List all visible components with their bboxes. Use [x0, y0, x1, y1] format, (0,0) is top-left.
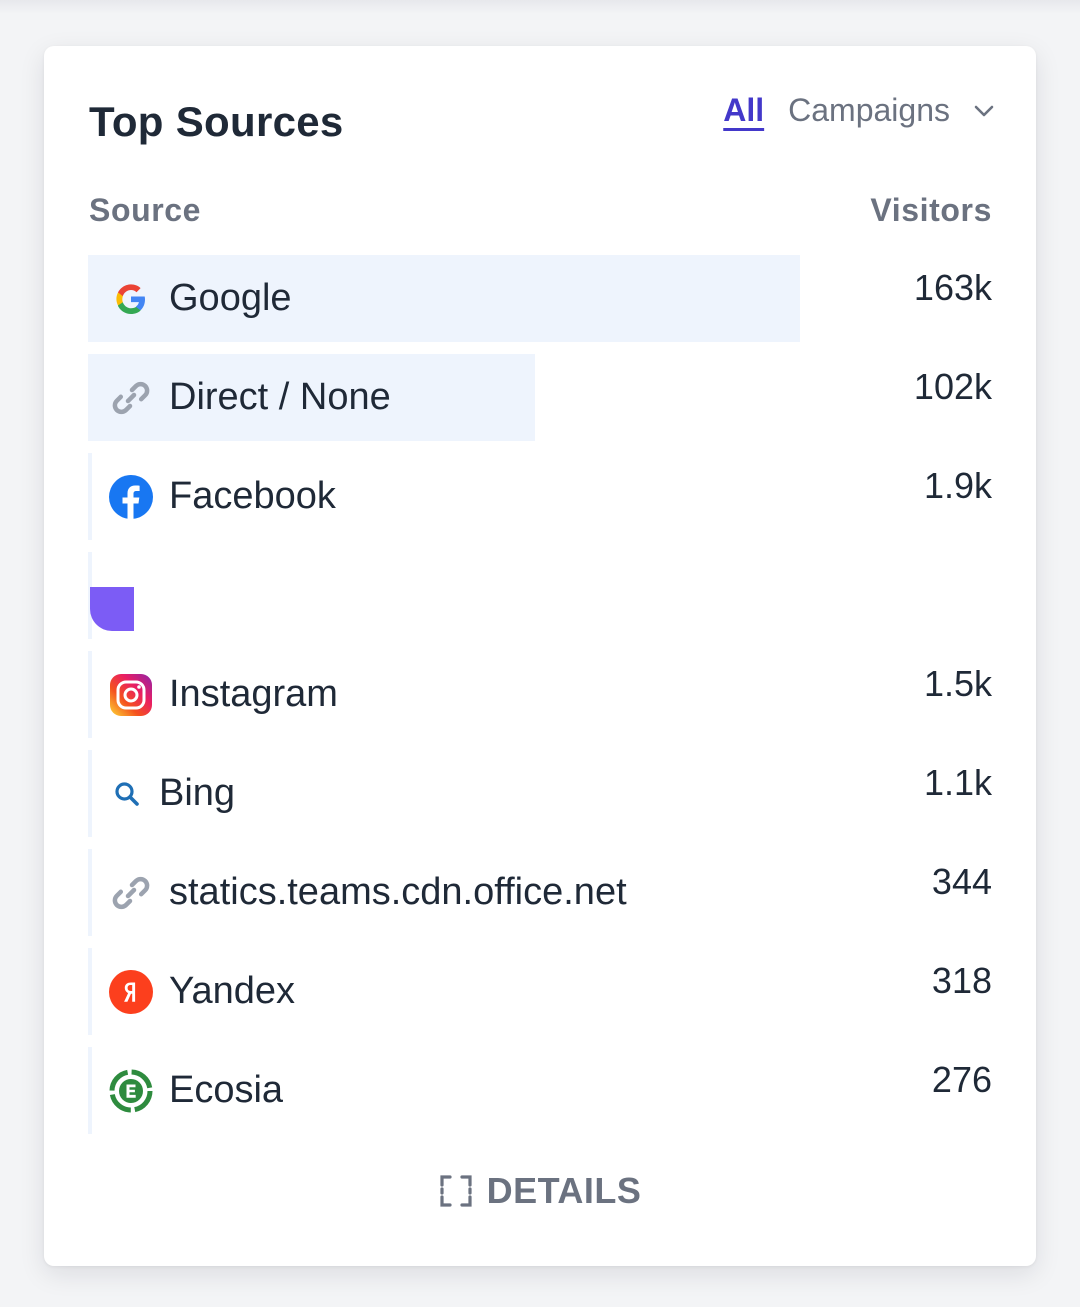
row-bar [88, 651, 92, 738]
ecosia-icon [109, 1069, 153, 1113]
link-icon [109, 376, 153, 420]
details-label: DETAILS [486, 1170, 642, 1211]
source-row-google[interactable]: Google 163k [88, 255, 992, 342]
source-row-bing[interactable]: Bing 1.1k [88, 750, 992, 837]
facebook-icon [109, 474, 153, 519]
source-row-yandex[interactable]: Yandex 318 [88, 948, 992, 1035]
source-row-facebook[interactable]: Facebook 1.9k [88, 453, 992, 540]
visitor-count: 276 [931, 1059, 992, 1100]
source-row-direct[interactable]: Direct / None 102k [88, 354, 992, 441]
source-label: Instagram [169, 673, 338, 715]
visitor-count: 1.5k [923, 663, 992, 704]
source-label: statics.teams.cdn.office.net [169, 871, 627, 913]
instagram-icon [109, 673, 153, 717]
source-label: Google [169, 277, 292, 319]
source-tabs: All Campaigns [723, 92, 996, 129]
visitor-count: 318 [931, 960, 992, 1001]
top-shade [0, 0, 1080, 14]
row-bar [88, 849, 92, 936]
row-bar [88, 948, 92, 1035]
column-header-source: Source [89, 192, 202, 228]
visitor-count: 1.9k [923, 465, 992, 506]
source-label: Ecosia [169, 1069, 284, 1111]
link-icon [109, 871, 153, 915]
chevron-down-icon [972, 99, 996, 123]
placeholder-icon [90, 587, 134, 631]
visitor-count: 163k [913, 267, 992, 308]
source-row-unlabeled[interactable] [88, 552, 992, 639]
google-icon [109, 277, 153, 321]
search-icon [109, 772, 145, 816]
tab-campaigns-label: Campaigns [788, 92, 950, 128]
visitor-count: 344 [931, 861, 992, 902]
source-label: Facebook [169, 475, 336, 517]
row-bar [88, 453, 92, 540]
visitor-count: 102k [913, 366, 992, 407]
source-row-teams-cdn[interactable]: statics.teams.cdn.office.net 344 [88, 849, 992, 936]
top-sources-card: Top Sources All Campaigns Source Visitor… [44, 46, 1036, 1266]
source-row-ecosia[interactable]: Ecosia 276 [88, 1047, 992, 1134]
source-row-instagram[interactable]: Instagram 1.5k [88, 651, 992, 738]
details-button[interactable]: DETAILS [44, 1170, 1036, 1212]
yandex-icon [109, 969, 153, 1014]
source-label: Bing [159, 772, 236, 814]
tab-campaigns[interactable]: Campaigns [788, 92, 996, 129]
column-header-visitors: Visitors [870, 192, 992, 228]
row-bar [88, 750, 92, 837]
tab-all[interactable]: All [723, 92, 764, 129]
source-label: Yandex [169, 970, 296, 1012]
expand-icon [439, 1174, 473, 1208]
row-bar [88, 1047, 92, 1134]
sources-list: Google 163k Direct / None 102k Facebook … [88, 255, 992, 1146]
visitor-count: 1.1k [923, 762, 992, 803]
source-label: Direct / None [169, 376, 391, 418]
card-title: Top Sources [89, 98, 344, 145]
